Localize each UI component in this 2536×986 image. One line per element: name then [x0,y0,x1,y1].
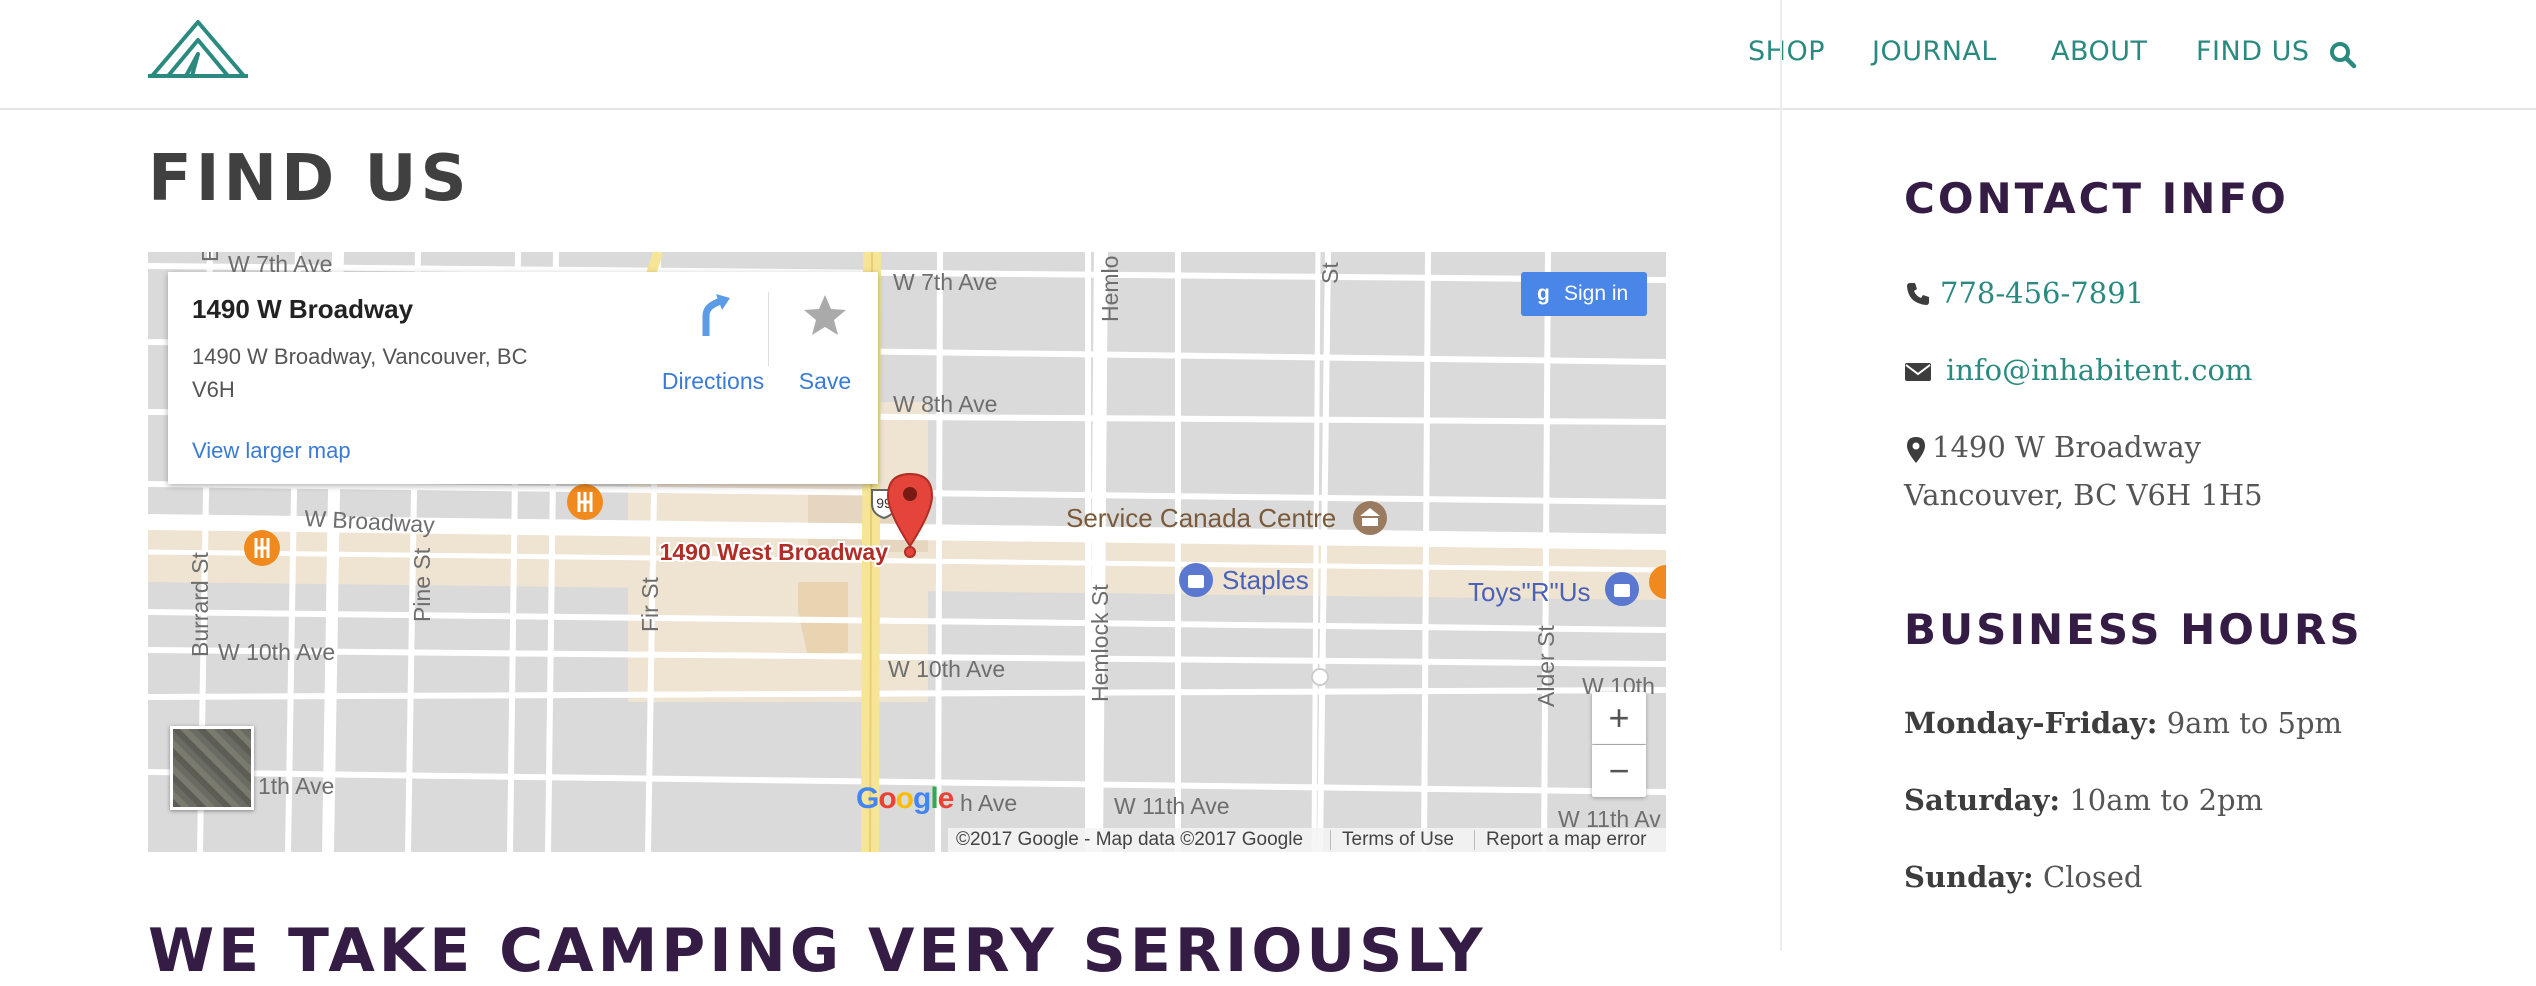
hours-time: Closed [2042,860,2143,894]
hours-day: Monday-Friday: [1904,706,2158,740]
hours-row-sunday: Sunday: Closed [1904,860,2143,894]
map-label-st-top: St [1317,262,1343,284]
hours-time: 10am to 2pm [2069,783,2264,817]
map-copyright: ©2017 Google - Map data ©2017 Google [956,829,1304,850]
map-poi-toys: Toys"R"Us [1468,577,1590,607]
map-label-w11th-mid2: W 11th Ave [1114,793,1230,819]
view-larger-map-link[interactable]: View larger map [192,438,351,464]
directions-icon [702,294,730,336]
card-divider [768,292,769,366]
google-logo: Google [856,782,954,815]
map-label-w7th-right: W 7th Ave [893,269,997,295]
zoom-in-button[interactable]: + [1592,692,1646,744]
sign-in-label: Sign in [1564,282,1629,305]
tent-logo-icon[interactable] [148,18,248,80]
hours-row-saturday: Saturday: 10am to 2pm [1904,783,2263,817]
hours-time: 9am to 5pm [2166,706,2343,740]
map-label-w8th: W 8th Ave [893,391,997,417]
nav-find-us[interactable]: FIND US [2196,36,2309,67]
star-icon [804,295,846,335]
map-label-w11th-left: 1th Ave [258,773,334,799]
map-label-hemlock-top: Hemlo [1097,256,1123,322]
place-info-card: 1490 W Broadway 1490 W Broadway, Vancouv… [168,272,878,484]
business-hours-heading: BUSINESS HOURS [1904,605,2363,654]
place-title: 1490 W Broadway [192,294,414,324]
map-label-fir: Fir St [637,576,663,632]
map-pin-label: 1490 West Broadway [660,539,889,565]
map-marker-icon [1907,437,1925,463]
map-label-e-top: E [197,252,223,262]
address-line-2: Vancouver, BC V6H 1H5 [1904,478,2263,512]
map-label-w10th-left: W 10th Ave [218,639,335,665]
place-address: 1490 W Broadway, Vancouver, BC V6H [192,344,528,402]
nav-journal[interactable]: JOURNAL [1872,36,1997,67]
section-heading: WE TAKE CAMPING VERY SERIOUSLY [148,916,1487,986]
map-label-w10th-mid: W 10th Ave [888,656,1005,682]
map-poi-service-canada: Service Canada Centre [1066,503,1336,533]
contact-info-heading: CONTACT INFO [1904,174,2289,223]
map-label-hemlock: Hemlock St [1087,584,1113,702]
phone-icon [1907,283,1929,305]
google-sign-in-button[interactable]: g Sign in [1521,272,1647,316]
map-poi-staples: Staples [1222,565,1309,595]
email-link[interactable]: info@inhabitent.com [1946,353,2252,387]
footer-separator-2 [1474,830,1475,850]
envelope-icon [1905,363,1931,381]
satellite-toggle[interactable] [170,726,254,810]
google-g-icon: g [1537,282,1550,305]
address-line-1: 1490 W Broadway [1932,430,2202,464]
search-icon[interactable] [2328,40,2358,70]
nav-shop[interactable]: SHOP [1748,36,1825,67]
site-header: SHOP JOURNAL ABOUT FIND US [0,0,2536,110]
nav-about[interactable]: ABOUT [2051,36,2148,67]
terms-of-use-link[interactable]: Terms of Use [1342,828,1454,852]
hours-day: Sunday: [1904,860,2034,894]
hours-day: Saturday: [1904,783,2061,817]
column-divider [1780,0,1782,951]
map-label-w11th-mid: h Ave [960,790,1017,816]
report-map-error-link[interactable]: Report a map error [1486,828,1647,852]
save-label: Save [798,368,852,394]
map-label-pine: Pine St [409,547,435,622]
map-label-burrard: Burrard St [187,552,213,657]
footer-separator [1330,830,1331,850]
zoom-out-button[interactable]: − [1592,745,1646,797]
phone-link[interactable]: 778-456-7891 [1940,276,2144,310]
google-map-embed[interactable]: W 7th Ave W 7th Ave W 8th Ave W Broadway… [148,252,1666,852]
page-title: FIND US [148,142,471,216]
hours-row-weekday: Monday-Friday: 9am to 5pm [1904,706,2342,740]
map-label-alder: Alder St [1533,625,1559,707]
map-footer: ©2017 Google - Map data ©2017 Google Ter… [948,828,1666,852]
